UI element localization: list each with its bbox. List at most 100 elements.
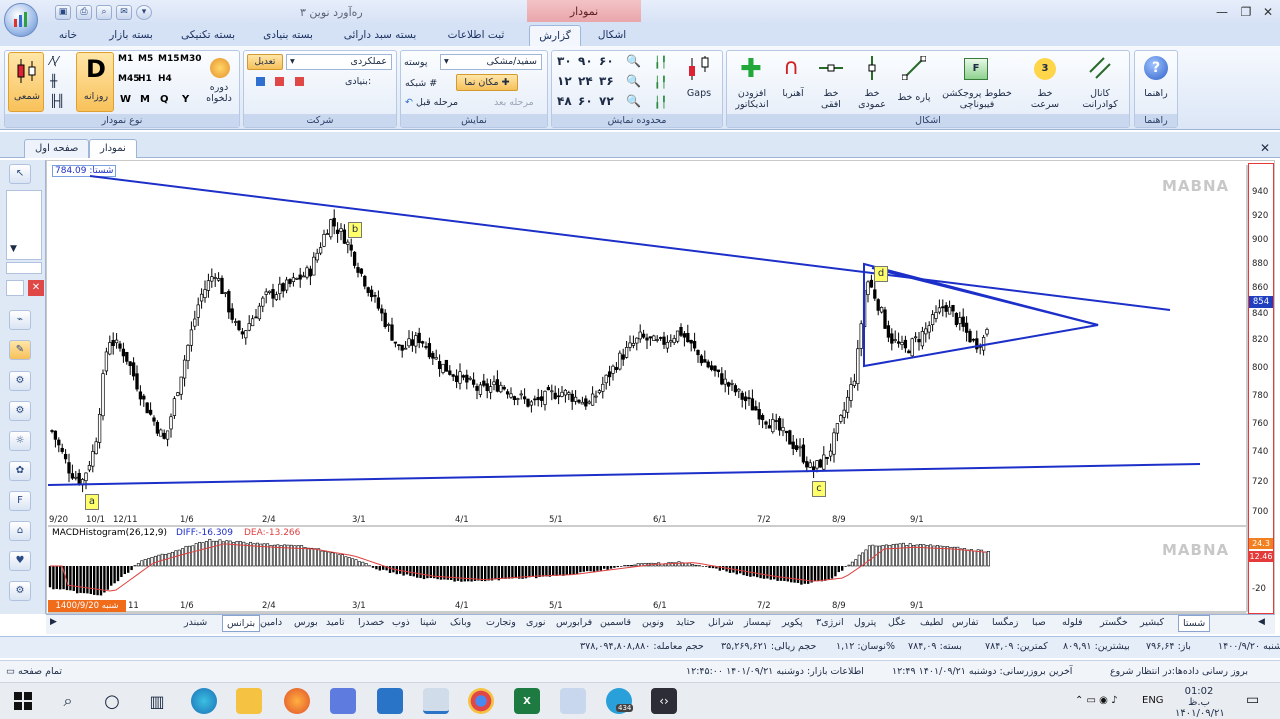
edge-icon[interactable] <box>191 688 217 714</box>
rahavard-app-icon[interactable] <box>423 688 449 714</box>
symbol-tab[interactable]: تفارس <box>952 617 979 628</box>
symbol-tab[interactable]: شرانل <box>708 617 734 628</box>
candle-body <box>400 344 404 351</box>
symbol-tab[interactable]: صبا <box>1032 617 1046 628</box>
candle-body <box>951 304 955 312</box>
symbol-tab[interactable]: دامین <box>260 617 282 628</box>
symbol-tab[interactable]: وتجارت <box>486 617 516 628</box>
tray-icons[interactable]: ⌃ ▭ ◉ ♪ <box>1075 695 1117 706</box>
language-indicator[interactable]: ENG <box>1142 695 1164 706</box>
candle-body <box>801 444 806 463</box>
symbol-tab[interactable]: شبندر <box>184 617 207 628</box>
macd-bar <box>337 554 341 567</box>
symbol-tab[interactable]: پکویر <box>782 617 803 628</box>
symbol-tab[interactable]: غگل <box>888 617 905 628</box>
scroll-left-icon[interactable]: ◀ <box>1258 617 1265 627</box>
symbol-tab[interactable]: خگستر <box>1100 617 1128 628</box>
symbol-tab[interactable]: زمگسا <box>992 617 1018 628</box>
candle-body <box>278 283 282 294</box>
macd-bar <box>783 566 786 581</box>
macd-bar <box>272 544 276 567</box>
notification-icon[interactable]: ▭ <box>1246 692 1259 708</box>
windows-start-icon[interactable] <box>10 688 36 714</box>
macd-bar <box>589 566 592 572</box>
macd-bar <box>834 566 837 577</box>
macd-bar <box>687 562 691 567</box>
candle-body <box>971 338 976 341</box>
symbol-tab[interactable]: شپنا <box>420 617 437 628</box>
symbol-tab[interactable]: حتاید <box>676 617 695 628</box>
macd-bar <box>769 566 772 580</box>
macd-bar <box>364 563 368 567</box>
symbol-tab[interactable]: بترانس <box>222 615 261 632</box>
candle-body <box>91 451 95 467</box>
symbol-tab[interactable]: شستا <box>1178 615 1211 632</box>
symbol-tab[interactable]: تامید <box>326 617 344 628</box>
candle-body <box>709 365 714 370</box>
macd-x-tick: 7/2 <box>757 601 771 611</box>
symbol-tab[interactable]: تپمساز <box>744 617 771 628</box>
candle-body <box>318 247 323 254</box>
candle-body <box>866 281 870 296</box>
symbol-tab[interactable]: لطیف <box>920 617 943 628</box>
candle-body <box>308 268 313 277</box>
candle-body <box>380 308 384 314</box>
macd-bar <box>511 566 514 579</box>
macd-bar <box>616 566 619 568</box>
vscode-icon[interactable]: ‹› <box>651 688 677 714</box>
macd-bar <box>582 566 585 572</box>
clock[interactable]: 01:02 ب.ظ ۱۴۰۱/۰۹/۲۱ <box>1175 686 1225 719</box>
candle-body <box>461 375 466 378</box>
candle-body <box>842 409 846 418</box>
macd-bar <box>633 564 637 567</box>
macd-bar <box>694 564 698 567</box>
symbol-tab[interactable]: وبانک <box>450 617 471 628</box>
symbol-tab[interactable]: ونوین <box>642 617 664 628</box>
symbol-tab[interactable]: انرژی۳ <box>816 617 844 628</box>
symbol-tab[interactable]: پترول <box>854 617 876 628</box>
symbol-tab[interactable]: ذوب <box>392 617 410 628</box>
macd-bar <box>956 546 960 567</box>
chrome-icon[interactable] <box>468 688 494 714</box>
mail-icon[interactable] <box>377 688 403 714</box>
app-menu-button[interactable] <box>4 3 38 37</box>
candle-body <box>716 369 721 373</box>
symbol-tab[interactable]: فلوله <box>1062 617 1083 628</box>
candle-body <box>516 398 520 400</box>
macd-bar <box>932 545 936 567</box>
candle-body <box>937 307 942 313</box>
candle-body <box>760 415 765 421</box>
candle-body <box>706 361 710 368</box>
paint-icon[interactable] <box>560 688 586 714</box>
excel-icon[interactable]: X <box>514 688 540 714</box>
candle-body <box>60 447 64 452</box>
candle-body <box>397 344 401 346</box>
candle-body <box>199 293 204 302</box>
firefox-icon[interactable] <box>284 688 310 714</box>
symbol-tab[interactable]: قاسمین <box>600 617 631 628</box>
macd-bar <box>762 566 766 579</box>
store-icon[interactable] <box>330 688 356 714</box>
price-chart-canvas[interactable] <box>0 0 1280 719</box>
symbol-tab[interactable]: بورس <box>294 617 318 628</box>
symbol-tab[interactable]: کبشیر <box>1140 617 1164 628</box>
search-icon[interactable]: ⌕ <box>55 688 81 714</box>
cortana-icon[interactable]: ○ <box>99 688 125 714</box>
macd-bar <box>565 566 568 575</box>
macd-bar <box>946 546 950 567</box>
file-explorer-icon[interactable] <box>236 688 262 714</box>
full-page-button[interactable]: ▭ تمام صفحه <box>6 666 62 677</box>
symbol-tab[interactable]: فرابورس <box>556 617 592 628</box>
symbol-tab[interactable]: نوری <box>526 617 546 628</box>
scroll-right-icon[interactable]: ▶ <box>50 617 57 627</box>
candle-body <box>917 339 921 343</box>
macd-bar <box>201 542 205 567</box>
candle-body <box>118 343 122 349</box>
symbol-tab[interactable]: خصدرا <box>358 617 384 628</box>
macd-bar <box>807 566 810 584</box>
macd-bar <box>416 566 419 578</box>
macd-bar <box>555 566 558 576</box>
candle-body <box>403 347 408 350</box>
task-view-icon[interactable]: ▥ <box>144 688 170 714</box>
candle-body <box>692 340 697 349</box>
